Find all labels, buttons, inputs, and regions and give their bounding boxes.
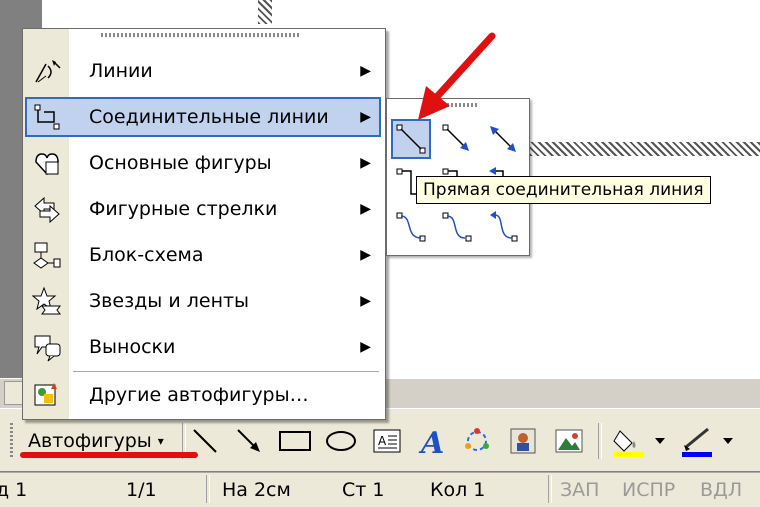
submenu-arrow-icon: ▶ bbox=[360, 109, 371, 125]
status-rec[interactable]: ЗАП bbox=[560, 479, 599, 501]
annotation-underline bbox=[20, 452, 198, 458]
menu-item-basic-shapes[interactable]: Основные фигуры ▶ bbox=[25, 143, 381, 183]
wordart-icon[interactable]: A bbox=[416, 425, 450, 457]
lines-icon bbox=[25, 51, 69, 91]
rectangle-tool-icon[interactable] bbox=[278, 425, 312, 457]
autoshapes-menu: Линии ▶ Соединительные линии ▶ Основные … bbox=[22, 28, 386, 420]
stars-banners-icon bbox=[25, 281, 69, 321]
text-frame-hatch bbox=[530, 142, 760, 156]
status-position: На 2см bbox=[222, 479, 291, 501]
annotation-arrow-icon bbox=[418, 32, 496, 120]
basic-shapes-icon bbox=[25, 143, 69, 183]
tooltip: Прямая соединительная линия bbox=[416, 176, 711, 204]
status-column: Кол 1 bbox=[430, 479, 486, 501]
menu-drag-handle[interactable] bbox=[101, 33, 301, 37]
toolbar-separator bbox=[598, 423, 602, 459]
toolbar-grip[interactable] bbox=[10, 423, 13, 459]
menu-item-label: Фигурные стрелки bbox=[89, 198, 278, 220]
chevron-down-icon[interactable] bbox=[718, 425, 738, 457]
menu-item-stars-banners[interactable]: Звезды и ленты ▶ bbox=[25, 281, 381, 321]
menu-item-label: Другие автофигуры… bbox=[89, 384, 309, 406]
menu-item-more-autoshapes[interactable]: Другие автофигуры… bbox=[25, 375, 381, 415]
more-autoshapes-icon bbox=[25, 375, 69, 415]
menu-item-label: Основные фигуры bbox=[89, 152, 272, 174]
diagram-icon[interactable] bbox=[460, 425, 494, 457]
fill-color-icon[interactable] bbox=[612, 425, 646, 457]
chevron-down-icon: ▾ bbox=[157, 434, 164, 448]
chevron-down-icon[interactable] bbox=[650, 425, 670, 457]
callouts-icon bbox=[25, 327, 69, 367]
line-color-icon[interactable] bbox=[680, 425, 714, 457]
status-pages: 1/1 bbox=[126, 479, 157, 501]
autoshapes-label: Автофигуры bbox=[28, 430, 152, 452]
menu-item-label: Линии bbox=[89, 60, 153, 82]
menu-item-lines[interactable]: Линии ▶ bbox=[25, 51, 381, 91]
status-separator bbox=[206, 475, 210, 503]
oval-tool-icon[interactable] bbox=[324, 425, 358, 457]
menu-item-connectors[interactable]: Соединительные линии ▶ bbox=[25, 97, 381, 137]
menu-item-callouts[interactable]: Выноски ▶ bbox=[25, 327, 381, 367]
scroll-left-button[interactable] bbox=[4, 381, 24, 405]
flowchart-icon bbox=[25, 235, 69, 275]
submenu-arrow-icon: ▶ bbox=[360, 155, 371, 171]
menu-item-label: Звезды и ленты bbox=[89, 290, 250, 312]
picture-icon[interactable] bbox=[552, 425, 586, 457]
status-trk[interactable]: ИСПР bbox=[622, 479, 675, 501]
submenu-arrow-icon: ▶ bbox=[360, 201, 371, 217]
menu-divider bbox=[73, 371, 379, 372]
menu-item-label: Блок-схема bbox=[89, 244, 204, 266]
submenu-arrow-icon: ▶ bbox=[360, 293, 371, 309]
clip-art-icon[interactable] bbox=[506, 425, 540, 457]
submenu-arrow-icon: ▶ bbox=[360, 339, 371, 355]
status-bar: д 1 1/1 На 2см Ст 1 Кол 1 ЗАП ИСПР ВДЛ bbox=[0, 472, 760, 507]
svg-text:A: A bbox=[418, 426, 444, 457]
menu-item-block-arrows[interactable]: Фигурные стрелки ▶ bbox=[25, 189, 381, 229]
curved-connector-icon[interactable] bbox=[391, 207, 431, 247]
svg-text:A: A bbox=[378, 434, 387, 448]
submenu-arrow-icon: ▶ bbox=[360, 247, 371, 263]
status-line: Ст 1 bbox=[342, 479, 385, 501]
curved-arrow-connector-icon[interactable] bbox=[437, 207, 477, 247]
block-arrows-icon bbox=[25, 189, 69, 229]
status-separator bbox=[548, 475, 552, 503]
curved-double-arrow-connector-icon[interactable] bbox=[483, 207, 523, 247]
connectors-icon bbox=[25, 97, 69, 137]
status-page: д 1 bbox=[0, 479, 28, 501]
submenu-arrow-icon: ▶ bbox=[360, 63, 371, 79]
status-ext[interactable]: ВДЛ bbox=[700, 479, 742, 501]
arrow-tool-icon[interactable] bbox=[232, 425, 266, 457]
menu-item-label: Выноски bbox=[89, 336, 176, 358]
page-boundary-hatch-top bbox=[258, 0, 272, 24]
menu-item-label: Соединительные линии bbox=[89, 106, 329, 128]
menu-item-flowchart[interactable]: Блок-схема ▶ bbox=[25, 235, 381, 275]
text-box-icon[interactable]: A bbox=[370, 425, 404, 457]
